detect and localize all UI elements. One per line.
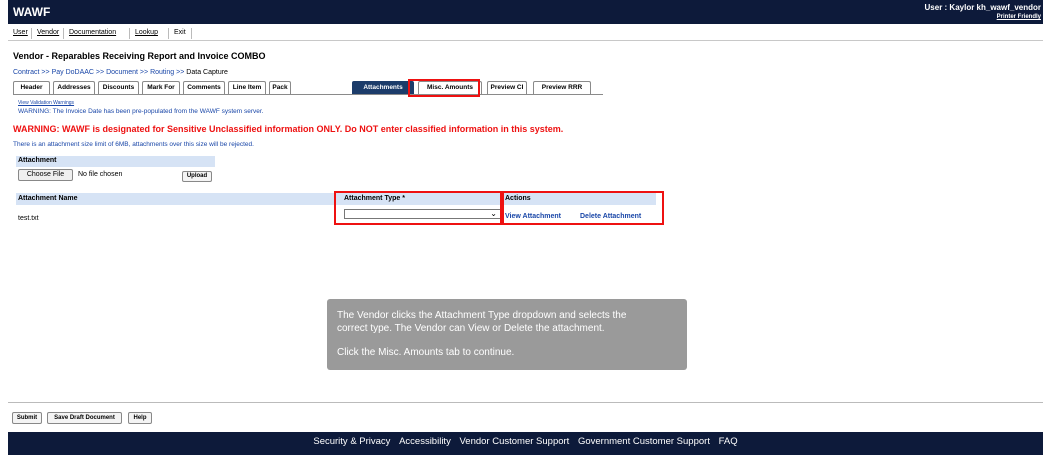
instruction-tooltip: The Vendor clicks the Attachment Type dr… [327, 299, 687, 370]
breadcrumb: Contract >> Pay DoDAAC >> Document >> Ro… [13, 69, 228, 76]
tab-line-item[interactable]: Line Item [228, 81, 266, 94]
footer-faq[interactable]: FAQ [719, 436, 738, 447]
menu-documentation[interactable]: Documentation [66, 29, 119, 36]
breadcrumb-separator: >> [41, 69, 50, 76]
tab-preview-ci[interactable]: Preview CI [487, 81, 527, 94]
app-footer: Security & Privacy Accessibility Vendor … [8, 432, 1043, 455]
tab-discounts[interactable]: Discounts [98, 81, 139, 94]
menu-separator [31, 28, 32, 39]
menu-separator [63, 28, 64, 39]
breadcrumb-routing[interactable]: Routing [150, 69, 174, 76]
tab-attachments[interactable]: Attachments [352, 81, 414, 94]
upload-button[interactable]: Upload [182, 171, 212, 182]
col-attachment-name: Attachment Name [18, 195, 78, 202]
footer-security-privacy[interactable]: Security & Privacy [313, 436, 390, 447]
printer-friendly-link[interactable]: Printer Friendly [997, 14, 1041, 20]
tab-comments[interactable]: Comments [183, 81, 225, 94]
attachment-section-label: Attachment [16, 156, 215, 167]
attachment-type-highlight [334, 191, 504, 225]
breadcrumb-document[interactable]: Document [106, 69, 138, 76]
tab-underline [13, 94, 603, 95]
menu-separator [191, 28, 192, 39]
tooltip-line: The Vendor clicks the Attachment Type dr… [337, 310, 627, 321]
menu-vendor[interactable]: Vendor [34, 29, 62, 36]
no-file-chosen-text: No file chosen [78, 171, 123, 178]
app-header: WAWF User : Kaylor kh_wawf_vendor Printe… [8, 0, 1043, 24]
breadcrumb-contract[interactable]: Contract [13, 69, 39, 76]
tab-header[interactable]: Header [13, 81, 50, 94]
classified-warning: WARNING: WAWF is designated for Sensitiv… [13, 124, 564, 134]
tab-mark-for[interactable]: Mark For [142, 81, 180, 94]
footer-government-support[interactable]: Government Customer Support [578, 436, 710, 447]
tab-pack[interactable]: Pack [269, 81, 291, 94]
choose-file-button[interactable]: Choose File [18, 169, 73, 181]
attachment-name-cell: test.txt [18, 215, 39, 222]
breadcrumb-separator: >> [95, 69, 105, 76]
tab-preview-rrr[interactable]: Preview RRR [533, 81, 591, 94]
user-label: User : Kaylor kh_wawf_vendor [924, 3, 1041, 12]
divider [8, 402, 1043, 403]
menu-separator [129, 28, 130, 39]
submit-button[interactable]: Submit [12, 412, 42, 424]
breadcrumb-separator: >> [176, 69, 185, 76]
tooltip-line: correct type. The Vendor can View or Del… [337, 323, 605, 334]
breadcrumb-current: Data Capture [186, 69, 228, 76]
tab-addresses[interactable]: Addresses [53, 81, 95, 94]
tooltip-line: Click the Misc. Amounts tab to continue. [337, 347, 515, 358]
footer-accessibility[interactable]: Accessibility [399, 436, 451, 447]
breadcrumb-pay-dodaac[interactable]: Pay DoDAAC [52, 69, 94, 76]
wawf-logo: WAWF [13, 5, 51, 19]
help-button[interactable]: Help [128, 412, 152, 424]
footer-vendor-support[interactable]: Vendor Customer Support [459, 436, 569, 447]
breadcrumb-separator: >> [139, 69, 149, 76]
menu-separator [168, 28, 169, 39]
menu-bar: User Vendor Documentation Lookup Exit [8, 27, 1043, 41]
page-title: Vendor - Reparables Receiving Report and… [13, 51, 266, 61]
invoice-date-warning: WARNING: The Invoice Date has been pre-p… [18, 108, 264, 115]
view-validation-warnings-link[interactable]: View Validation Warnings [18, 100, 74, 106]
menu-lookup[interactable]: Lookup [132, 29, 161, 36]
actions-highlight [500, 191, 664, 225]
misc-amounts-highlight [408, 79, 480, 97]
save-draft-button[interactable]: Save Draft Document [47, 412, 122, 424]
menu-exit[interactable]: Exit [171, 29, 189, 36]
size-limit-notice: There is an attachment size limit of 6MB… [13, 141, 254, 148]
menu-user[interactable]: User [10, 29, 31, 36]
